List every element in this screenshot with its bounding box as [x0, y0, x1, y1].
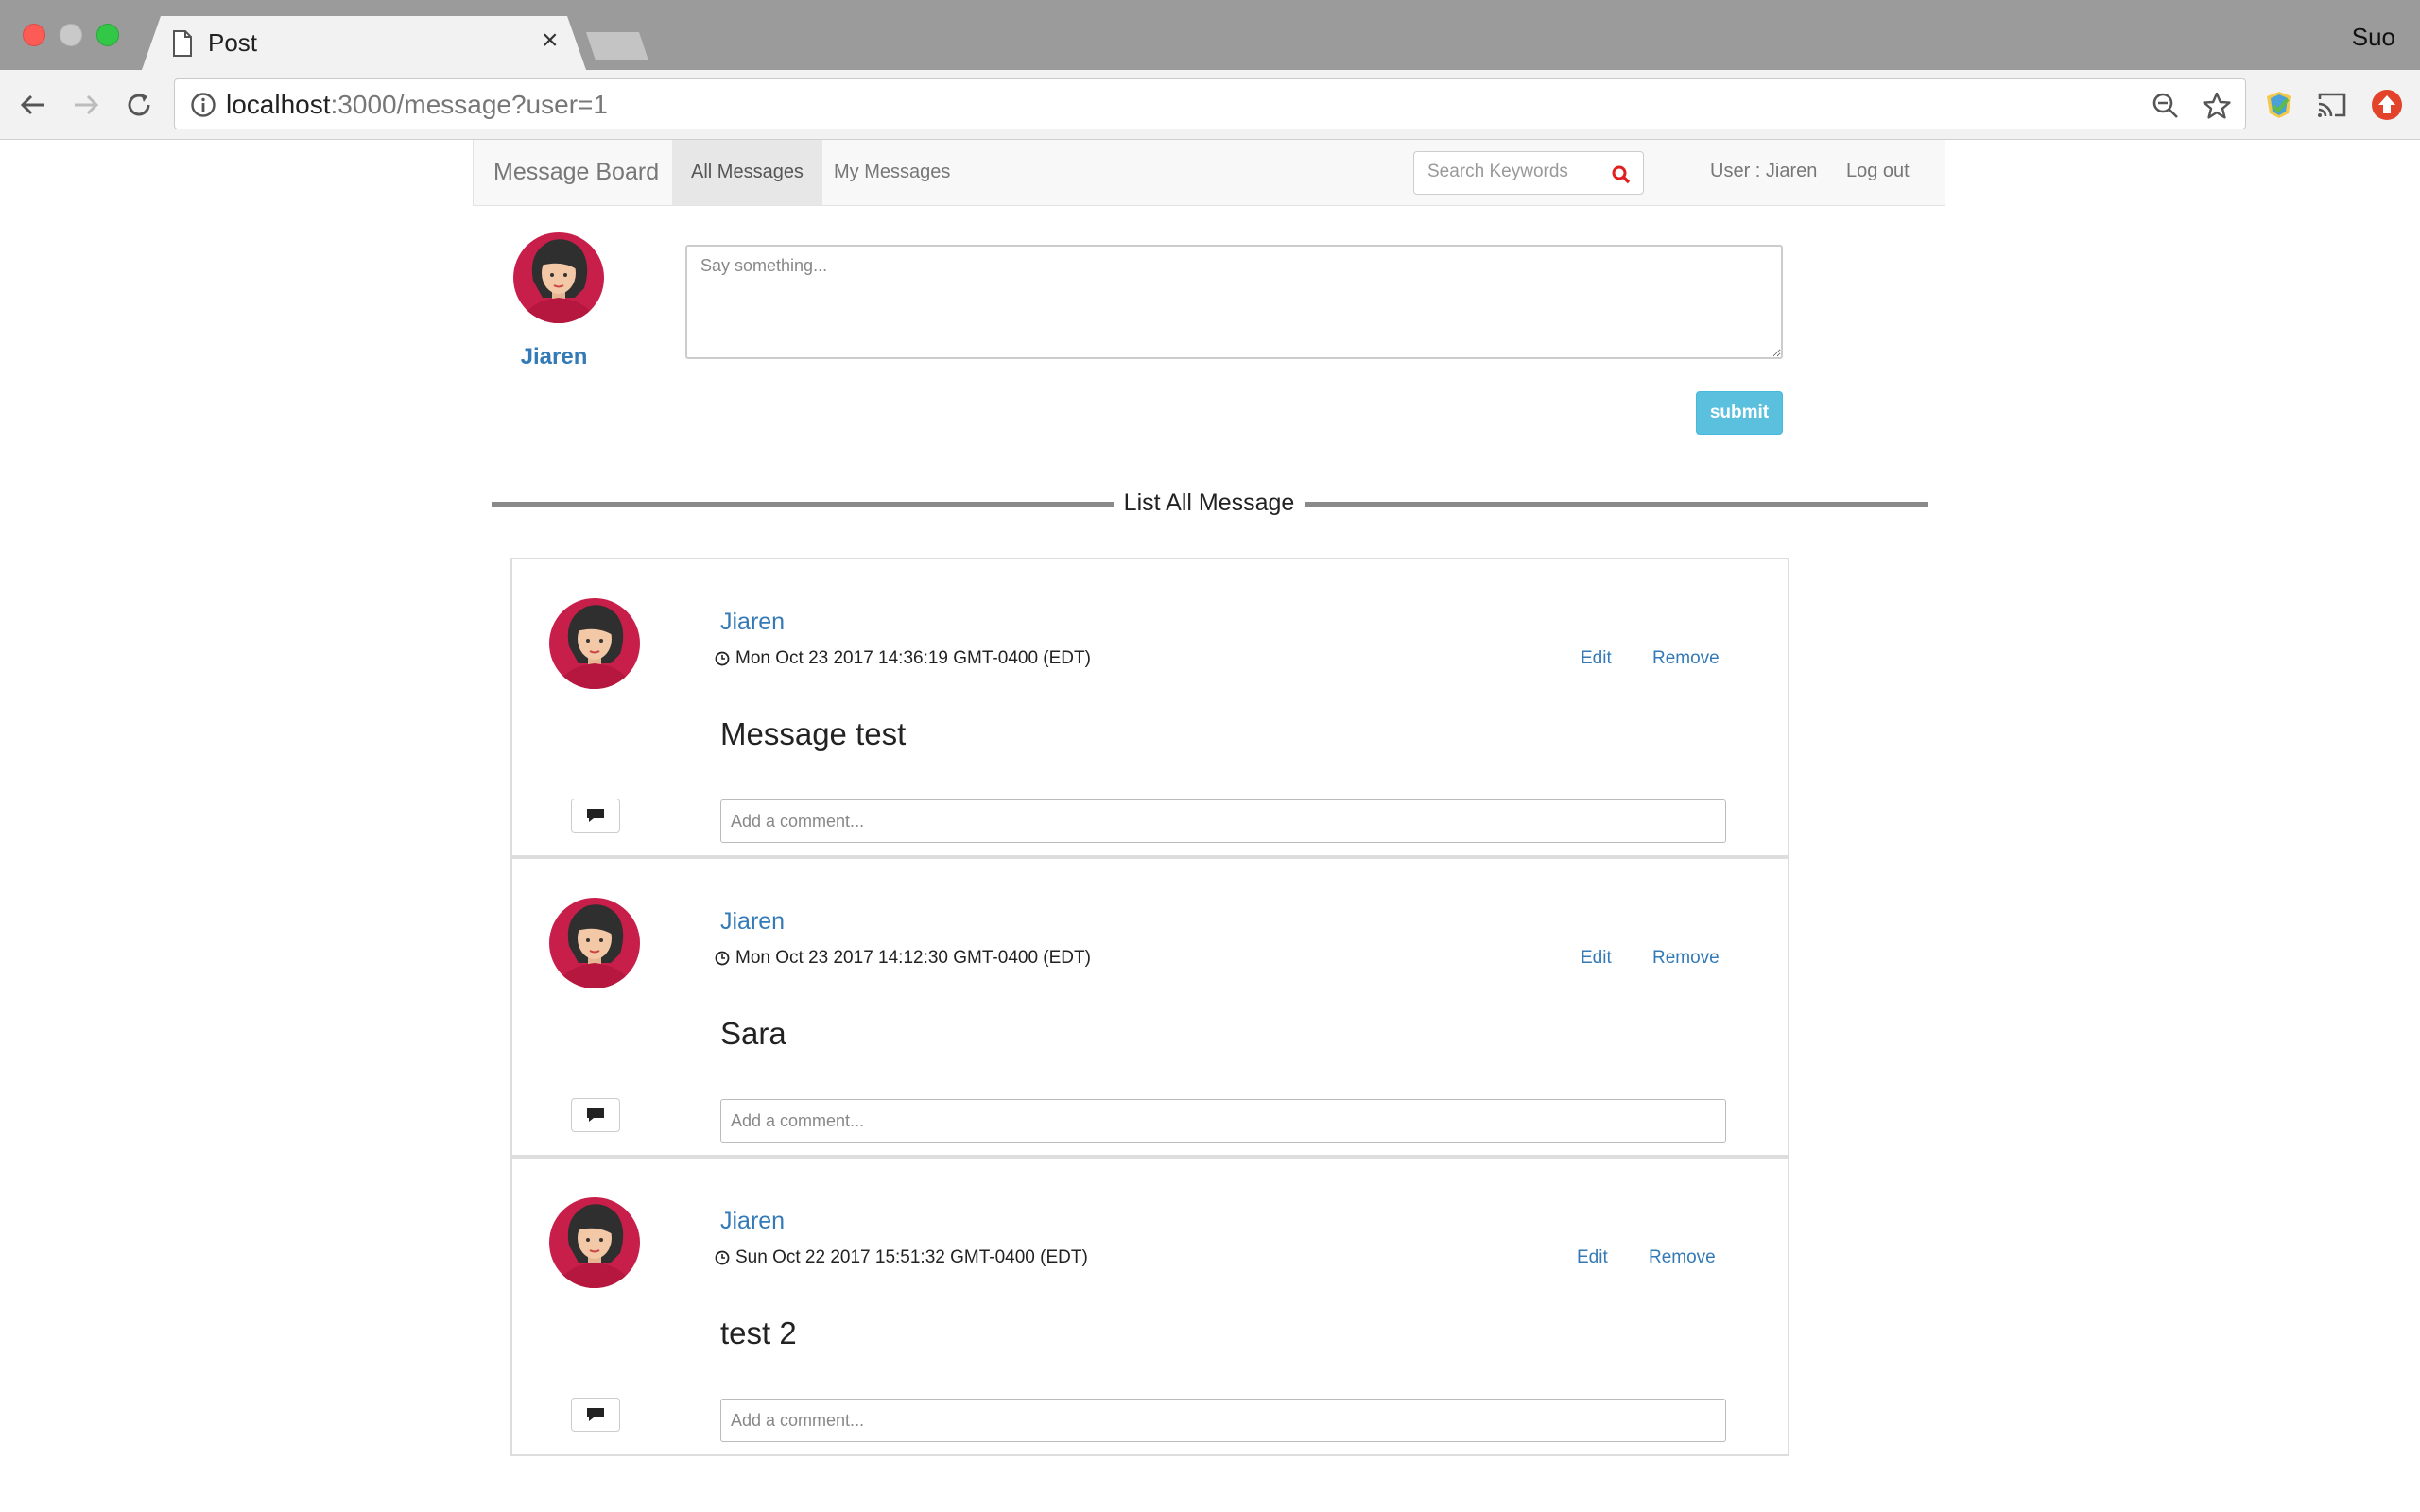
back-icon[interactable]: [15, 87, 51, 123]
avatar-icon: [513, 232, 604, 323]
comment-input[interactable]: [720, 1399, 1726, 1442]
remove-link[interactable]: Remove: [1649, 1247, 1716, 1268]
submit-button[interactable]: submit: [1696, 391, 1783, 435]
message-timestamp: Mon Oct 23 2017 14:12:30 GMT-0400 (EDT): [715, 948, 1091, 969]
comment-icon: [587, 1108, 604, 1122]
edit-link[interactable]: Edit: [1581, 948, 1612, 969]
logout-link[interactable]: Log out: [1846, 161, 1910, 182]
tab-all-messages[interactable]: All Messages: [672, 140, 822, 205]
message-time-text: Mon Oct 23 2017 14:12:30 GMT-0400 (EDT): [735, 948, 1091, 968]
url-text: localhost:3000/message?user=1: [226, 90, 608, 120]
browser-toolbar: localhost:3000/message?user=1: [0, 70, 2420, 140]
search-icon[interactable]: [1611, 164, 1632, 185]
avatar-icon: [549, 898, 640, 988]
edit-link[interactable]: Edit: [1581, 648, 1612, 669]
message-body: Sara: [720, 1016, 786, 1051]
close-window-button[interactable]: [23, 24, 45, 46]
remove-link[interactable]: Remove: [1652, 648, 1720, 669]
maximize-window-button[interactable]: [96, 24, 119, 46]
brand-title[interactable]: Message Board: [493, 159, 659, 186]
message-card: Jiaren Sun Oct 22 2017 15:51:32 GMT-0400…: [510, 1157, 1789, 1456]
message-body: test 2: [720, 1315, 797, 1350]
comment-button[interactable]: [571, 1098, 620, 1132]
minimize-window-button[interactable]: [60, 24, 82, 46]
comment-input[interactable]: [720, 1099, 1726, 1143]
url-host: localhost: [226, 90, 331, 119]
message-timestamp: Mon Oct 23 2017 14:36:19 GMT-0400 (EDT): [715, 648, 1091, 669]
message-textarea[interactable]: [685, 245, 1783, 359]
comment-icon: [587, 1408, 604, 1421]
comment-input[interactable]: [720, 799, 1726, 843]
tab-title: Post: [208, 28, 258, 57]
url-path: :3000/message?user=1: [330, 90, 608, 119]
page-icon: [173, 30, 192, 57]
forward-icon[interactable]: [68, 87, 104, 123]
divider-line-right: [1305, 502, 1928, 507]
divider-line-left: [492, 502, 1114, 507]
update-icon[interactable]: [2371, 89, 2403, 121]
search-form: [1413, 151, 1644, 195]
clock-icon: [715, 651, 730, 666]
star-icon[interactable]: [2202, 91, 2232, 121]
list-title: List All Message: [1123, 490, 1295, 516]
info-icon[interactable]: [190, 92, 216, 118]
clock-icon: [715, 1250, 730, 1265]
message-body: Message test: [720, 716, 907, 751]
message-author[interactable]: Jiaren: [720, 908, 785, 936]
reload-icon[interactable]: [121, 87, 157, 123]
tab-my-messages[interactable]: My Messages: [815, 140, 969, 205]
message-author[interactable]: Jiaren: [720, 1208, 785, 1235]
composer-user-name[interactable]: Jiaren: [512, 344, 596, 370]
edit-link[interactable]: Edit: [1577, 1247, 1608, 1268]
remove-link[interactable]: Remove: [1652, 948, 1720, 969]
zoom-icon[interactable]: [2151, 91, 2181, 121]
browser-tabstrip: Post × Suo: [0, 0, 2420, 70]
app-navbar: Message Board All Messages My Messages U…: [473, 140, 1945, 206]
search-input[interactable]: [1427, 162, 1598, 182]
message-card: Jiaren Mon Oct 23 2017 14:12:30 GMT-0400…: [510, 857, 1789, 1157]
comment-icon: [587, 809, 604, 822]
new-tab-button[interactable]: [586, 32, 648, 60]
avatar-icon: [549, 598, 640, 689]
extension-icon[interactable]: [2263, 89, 2295, 121]
comment-button[interactable]: [571, 799, 620, 833]
message-timestamp: Sun Oct 22 2017 15:51:32 GMT-0400 (EDT): [715, 1247, 1088, 1268]
profile-name[interactable]: Suo: [2352, 23, 2395, 52]
clock-icon: [715, 951, 730, 966]
message-card: Jiaren Mon Oct 23 2017 14:36:19 GMT-0400…: [510, 558, 1789, 857]
message-time-text: Mon Oct 23 2017 14:36:19 GMT-0400 (EDT): [735, 648, 1091, 668]
current-user-label: User : Jiaren: [1710, 161, 1818, 181]
comment-button[interactable]: [571, 1398, 620, 1432]
close-icon[interactable]: ×: [542, 26, 559, 55]
cast-icon[interactable]: [2316, 91, 2348, 119]
address-bar[interactable]: localhost:3000/message?user=1: [174, 78, 2246, 129]
message-time-text: Sun Oct 22 2017 15:51:32 GMT-0400 (EDT): [735, 1247, 1088, 1267]
message-author[interactable]: Jiaren: [720, 609, 785, 636]
avatar-icon: [549, 1197, 640, 1288]
